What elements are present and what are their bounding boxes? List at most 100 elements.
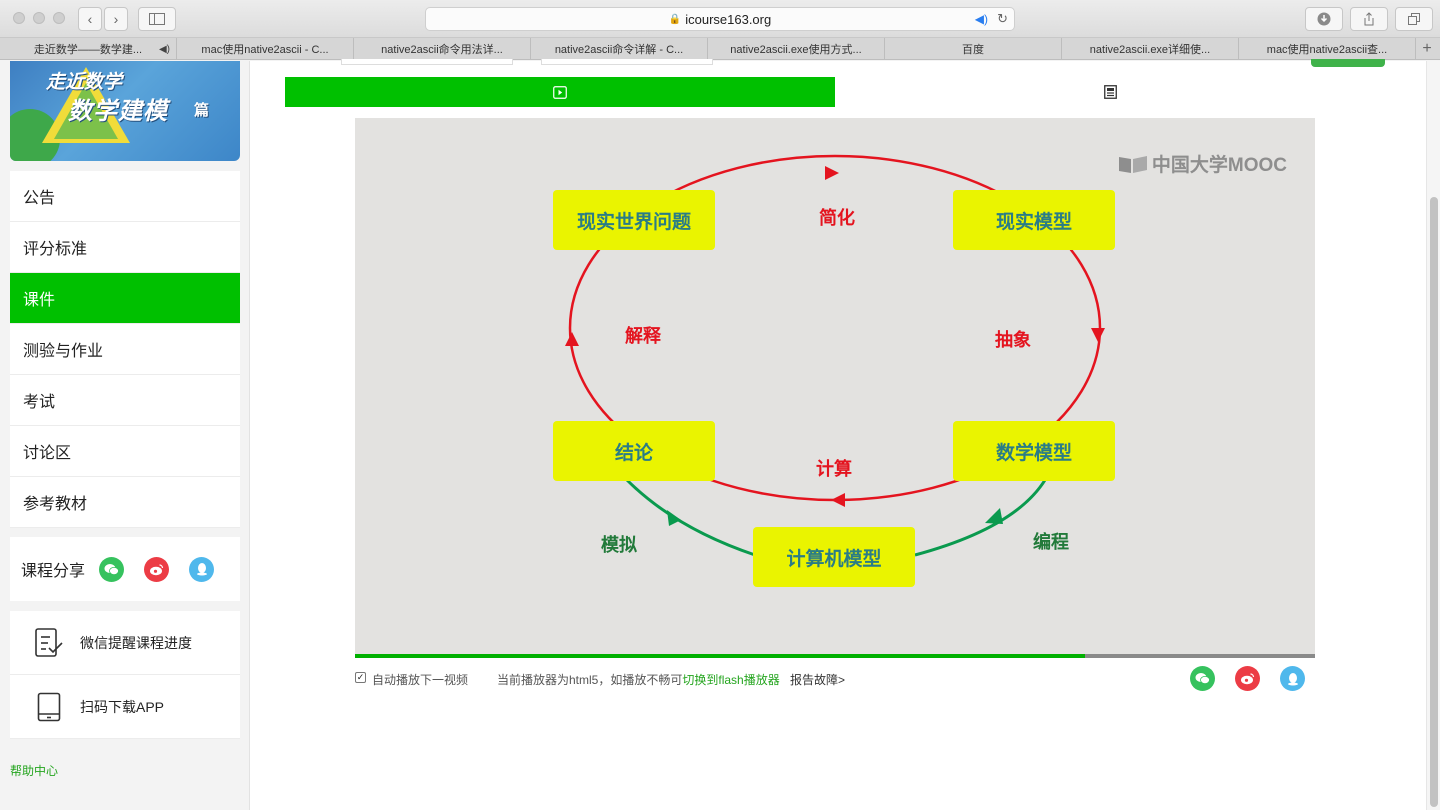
help-center-link[interactable]: 帮助中心: [10, 762, 58, 779]
browser-tab-label: native2ascii.exe使用方式...: [730, 44, 862, 56]
speaker-icon[interactable]: ◀): [975, 12, 988, 26]
download-icon: [1317, 12, 1331, 26]
menu-item-quizzes[interactable]: 测验与作业: [10, 324, 240, 375]
download-app-label: 扫码下载APP: [80, 698, 165, 715]
qq-icon[interactable]: [189, 556, 215, 582]
browser-tab[interactable]: native2ascii.exe使用方式...: [708, 38, 885, 60]
wechat-remind-item[interactable]: 微信提醒课程进度: [10, 611, 240, 675]
browser-tab-label: native2ascii命令用法详...: [381, 44, 503, 56]
menu-item-courseware[interactable]: 课件: [10, 273, 240, 324]
browser-tab[interactable]: native2ascii命令详解 - C...: [531, 38, 708, 60]
browser-tab[interactable]: 百度: [885, 38, 1062, 60]
url-text: icourse163.org: [685, 11, 772, 27]
browser-tab[interactable]: native2ascii.exe详细使...: [1062, 38, 1239, 60]
menu-item-grading[interactable]: 评分标准: [10, 222, 240, 273]
weibo-icon[interactable]: [1235, 666, 1260, 691]
course-page: 走近数学 数学建模 篇 公告 评分标准 课件 测验与作业 考试 讨论区 参考教材…: [0, 59, 1440, 810]
menu-item-discussion[interactable]: 讨论区: [10, 426, 240, 477]
page-scrollbar[interactable]: [1426, 61, 1440, 810]
box-computer-model: 计算机模型: [753, 527, 915, 587]
browser-tab-label: mac使用native2ascii查...: [1266, 44, 1388, 56]
back-button[interactable]: ‹: [78, 7, 102, 31]
forward-button[interactable]: ›: [104, 7, 128, 31]
label-compute: 计算: [816, 459, 852, 479]
box-math-model: 数学模型: [953, 421, 1115, 481]
browser-tab-label: mac使用native2ascii - C...: [201, 44, 329, 56]
switch-flash-link[interactable]: 切换到flash播放器: [682, 673, 779, 687]
arrow-head-right: [1091, 328, 1105, 342]
arrow-head-left: [565, 332, 579, 346]
close-window-button[interactable]: [13, 12, 25, 24]
minimize-window-button[interactable]: [33, 12, 45, 24]
new-tab-button[interactable]: +: [1416, 38, 1438, 60]
downloads-button[interactable]: [1305, 7, 1343, 31]
sidebar-icon: [149, 13, 165, 25]
video-progress-fill: [355, 654, 1085, 658]
speaker-icon[interactable]: ◀): [159, 44, 170, 55]
course-banner[interactable]: 走近数学 数学建模 篇: [10, 61, 240, 161]
label-abstract: 抽象: [995, 330, 1031, 350]
address-bar[interactable]: 🔒 icourse163.org ◀) ↻: [425, 7, 1015, 31]
box-real-model: 现实模型: [953, 190, 1115, 250]
browser-tab-label: 走近数学——数学建...: [33, 44, 143, 56]
weibo-icon[interactable]: [144, 556, 170, 582]
label-simulate: 模拟: [601, 535, 637, 555]
download-app-item[interactable]: 扫码下载APP: [10, 675, 240, 739]
top-select-1[interactable]: [341, 59, 513, 65]
banner-title-line2: 数学建模: [68, 98, 168, 125]
player-status-text: 当前播放器为html5，如播放不畅可: [497, 673, 683, 687]
play-icon: [553, 85, 567, 99]
tab-document[interactable]: [835, 77, 1385, 107]
zoom-window-button[interactable]: [53, 12, 65, 24]
menu-item-exam[interactable]: 考试: [10, 375, 240, 426]
box-real-problem: 现实世界问题: [553, 190, 715, 250]
share-label: 课程分享: [21, 563, 86, 580]
menu-item-textbooks[interactable]: 参考教材: [10, 477, 240, 528]
utility-panel: 微信提醒课程进度 扫码下载APP: [10, 611, 240, 739]
reload-icon[interactable]: ↻: [997, 11, 1008, 27]
top-action-button[interactable]: [1311, 59, 1385, 67]
chevron-left-icon: ‹: [87, 11, 93, 27]
tab-overview-button[interactable]: [1395, 7, 1433, 31]
browser-tab[interactable]: 走近数学——数学建... ◀): [0, 38, 177, 60]
checklist-icon: [34, 627, 64, 659]
scrollbar-thumb[interactable]: [1430, 197, 1438, 807]
qq-icon[interactable]: [1280, 666, 1305, 691]
document-icon: [1103, 85, 1117, 99]
course-share: 课程分享: [10, 537, 240, 601]
tab-video[interactable]: [285, 77, 835, 107]
autoplay-checkbox[interactable]: ✓: [355, 672, 366, 683]
chevron-right-icon: ›: [113, 11, 119, 27]
browser-tab-label: 百度: [962, 44, 984, 56]
browser-tab[interactable]: mac使用native2ascii - C...: [177, 38, 354, 60]
arrow-head-bottom: [831, 493, 845, 507]
course-menu: 公告 评分标准 课件 测验与作业 考试 讨论区 参考教材: [10, 171, 240, 528]
browser-tab-label: native2ascii命令详解 - C...: [554, 44, 684, 56]
wechat-icon[interactable]: [1190, 666, 1215, 691]
arrow-head-top: [825, 166, 839, 180]
tablet-icon: [34, 691, 64, 723]
top-select-2[interactable]: [541, 59, 713, 65]
left-column: 走近数学 数学建模 篇 公告 评分标准 课件 测验与作业 考试 讨论区 参考教材…: [0, 61, 250, 810]
browser-titlebar: ‹ › 🔒 icourse163.org ◀) ↻: [0, 0, 1440, 38]
browser-tab[interactable]: mac使用native2ascii查...: [1239, 38, 1416, 60]
share-icon: [1364, 12, 1374, 26]
lock-icon: 🔒: [668, 13, 682, 25]
browser-tab[interactable]: native2ascii命令用法详...: [354, 38, 531, 60]
browser-tab-label: native2ascii.exe详细使...: [1089, 44, 1211, 56]
green-arrow-head-left: [667, 510, 681, 526]
sidebar-toggle-button[interactable]: [138, 7, 176, 31]
label-interpret: 解释: [625, 326, 661, 346]
video-progress-bar[interactable]: [355, 654, 1315, 658]
wechat-icon[interactable]: [99, 556, 125, 582]
box-conclusion: 结论: [553, 421, 715, 481]
banner-title-line1: 走近数学: [46, 72, 123, 93]
label-simplify: 简化: [819, 208, 855, 228]
autoplay-label[interactable]: 自动播放下一视频: [372, 671, 468, 688]
tab-strip: 走近数学——数学建... ◀) mac使用native2ascii - C... na…: [0, 38, 1440, 60]
video-player[interactable]: 中国大学MOOC 现实世界问题 现实模型 数学模型 结论 计算机模型 简化 抽象…: [355, 118, 1315, 654]
menu-item-announcements[interactable]: 公告: [10, 171, 240, 222]
report-issue-link[interactable]: 报告故障>: [790, 671, 845, 688]
share-button[interactable]: [1350, 7, 1388, 31]
green-arrow-head-right: [985, 508, 1003, 524]
